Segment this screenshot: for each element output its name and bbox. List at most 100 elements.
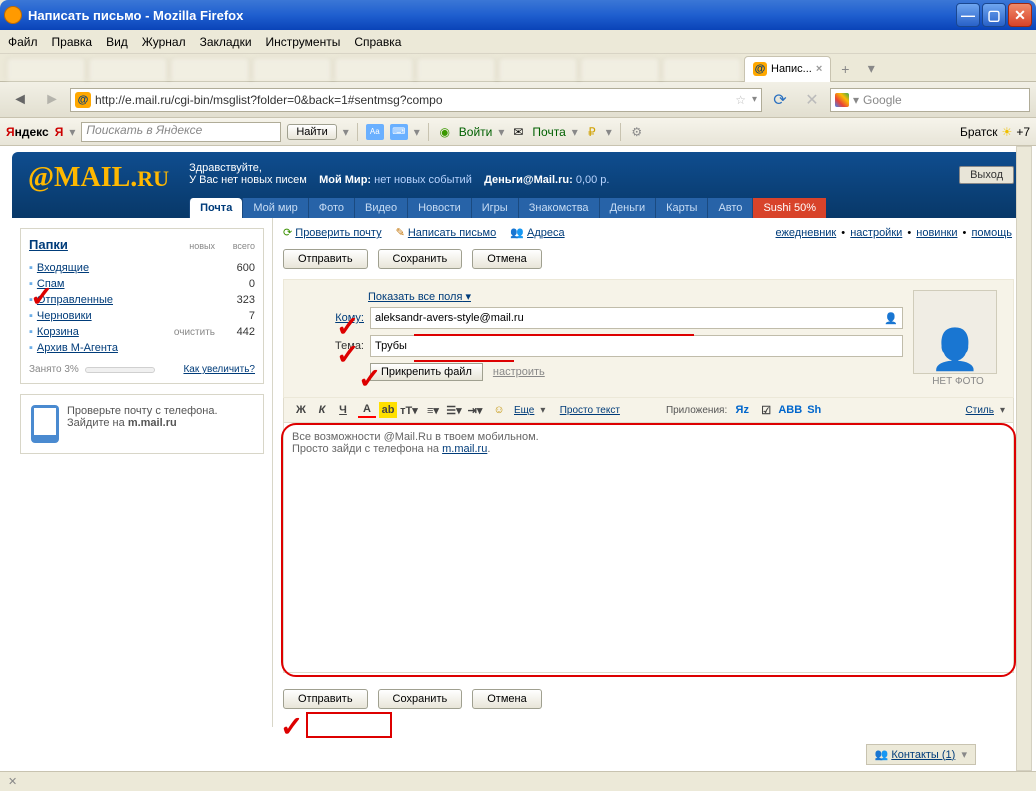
italic-button[interactable]: К [313,402,331,418]
folder-spam[interactable]: ▪Спам0 [29,276,255,292]
chevron-down-icon[interactable]: ▾ [961,748,967,761]
yandex-login-link[interactable]: Войти [459,125,493,139]
to-input[interactable]: aleksandr-avers-style@mail.ru 👤 [370,307,903,329]
folder-sent[interactable]: ▪Отправленные323 [29,292,255,308]
folder-agent-archive[interactable]: ▪Архив М-Агента [29,340,255,356]
browser-tab[interactable] [170,57,250,81]
maximize-button[interactable]: ▢ [982,3,1006,27]
mobile-link[interactable]: m.mail.ru [128,417,177,429]
save-button-bottom[interactable]: Сохранить [378,689,463,709]
tab-list-dropdown[interactable]: ▾ [859,59,883,79]
check-button[interactable]: ☑ [757,402,775,418]
menu-edit[interactable]: Правка [52,35,93,49]
status-close-icon[interactable]: ✕ [8,775,17,788]
browser-tab[interactable] [416,57,496,81]
menu-view[interactable]: Вид [106,35,128,49]
url-bar[interactable]: @ http://e.mail.ru/cgi-bin/msglist?folde… [70,88,762,112]
settings-gear-icon[interactable]: ⚙ [629,124,645,140]
underline-button[interactable]: Ч [334,402,352,418]
keyboard-icon[interactable]: ⌨ [390,124,408,140]
browser-tab[interactable] [498,57,578,81]
tab-maps[interactable]: Карты [655,198,707,218]
yandex-search-input[interactable]: Поискать в Яндексе [81,122,281,142]
font-size-button[interactable]: тТ▾ [400,402,418,418]
bookmark-star-icon[interactable]: ☆ [735,93,746,107]
browser-tab[interactable] [334,57,414,81]
spellcheck-button[interactable]: ABB [781,402,799,418]
cancel-button-top[interactable]: Отмена [472,249,541,269]
new-features-link[interactable]: новинки [916,227,957,239]
my-world-link[interactable]: нет новых событий [374,174,472,186]
money-icon[interactable]: ₽ [584,124,600,140]
mobile-link-in-body[interactable]: m.mail.ru [442,443,487,455]
menu-bookmarks[interactable]: Закладки [200,35,252,49]
dropdown-icon[interactable]: ▾ [343,125,349,139]
indent-button[interactable]: ⇥▾ [466,402,484,418]
menu-tools[interactable]: Инструменты [266,35,341,49]
style-link[interactable]: Стиль [966,405,994,416]
close-button[interactable]: ✕ [1008,3,1032,27]
align-button[interactable]: ≡▾ [424,402,442,418]
menu-history[interactable]: Журнал [142,35,186,49]
font-color-button[interactable]: A [358,402,376,418]
tab-close-icon[interactable]: × [816,63,822,75]
bg-color-button[interactable]: ab [379,402,397,418]
check-mail-link[interactable]: Проверить почту [295,227,381,239]
attach-settings-link[interactable]: настроить [493,366,545,378]
tab-auto[interactable]: Авто [707,198,752,218]
folders-title[interactable]: Папки [29,237,175,252]
subject-input[interactable]: Трубы [370,335,903,357]
translate-icon[interactable]: Аа [366,124,384,140]
save-button-top[interactable]: Сохранить [378,249,463,269]
tab-money[interactable]: Деньги [599,198,656,218]
reload-button[interactable]: ⟳ [766,86,794,114]
write-mail-link[interactable]: Написать письмо [408,227,496,239]
tab-photo[interactable]: Фото [308,198,354,218]
plain-text-link[interactable]: Просто текст [560,405,620,416]
tab-dating[interactable]: Знакомства [518,198,599,218]
address-book-icon[interactable]: 👤 [884,312,898,325]
browser-search[interactable]: ▾ Google [830,88,1030,112]
browser-tab[interactable] [252,57,332,81]
list-button[interactable]: ☰▾ [445,402,463,418]
translit-button[interactable]: Яz [733,402,751,418]
stop-button[interactable]: ✕ [798,86,826,114]
yandex-mail-link[interactable]: Почта [532,125,565,139]
minimize-button[interactable]: — [956,3,980,27]
back-button[interactable]: ◄ [6,86,34,114]
rss-icon[interactable]: ▾ [752,94,757,105]
attach-file-button[interactable]: Прикрепить файл [370,363,483,381]
message-body-editor[interactable]: Все возможности @Mail.Ru в твоем мобильн… [283,423,1014,673]
browser-tab[interactable] [580,57,660,81]
mailru-logo[interactable]: @MAIL.RU [28,162,169,218]
to-label[interactable]: Кому: [294,312,364,324]
tab-mail[interactable]: Почта [189,198,242,218]
tab-games[interactable]: Игры [471,198,518,218]
menu-help[interactable]: Справка [354,35,401,49]
more-link[interactable]: Еще [514,405,534,416]
vertical-scrollbar[interactable] [1016,146,1032,771]
virtual-keyboard-button[interactable]: Sh [805,402,823,418]
bold-button[interactable]: Ж [292,402,310,418]
show-all-fields-link[interactable]: Показать все поля ▾ [368,290,471,303]
contacts-widget[interactable]: 👥 Контакты (1) ▾ [866,744,976,765]
browser-tab-active[interactable]: @ Напис... × [744,56,831,82]
folder-drafts[interactable]: ▪Черновики7 [29,308,255,324]
quota-increase-link[interactable]: Как увеличить? [183,364,255,375]
emoji-button[interactable]: ☺ [490,402,508,418]
folder-inbox[interactable]: ▪Входящие600 [29,260,255,276]
folder-trash[interactable]: ▪Корзинаочистить442 [29,324,255,340]
tab-myworld[interactable]: Мой мир [242,198,307,218]
menu-file[interactable]: Файл [8,35,38,49]
diary-link[interactable]: ежедневник [776,227,837,239]
tab-video[interactable]: Видео [354,198,407,218]
send-button-top[interactable]: Отправить [283,249,368,269]
settings-link[interactable]: настройки [850,227,902,239]
money-link[interactable]: 0,00 р. [576,174,610,186]
cancel-button-bottom[interactable]: Отмена [472,689,541,709]
tab-promo[interactable]: Sushi 50% [752,198,826,218]
browser-tab[interactable] [88,57,168,81]
logout-button[interactable]: Выход [959,166,1014,184]
yandex-find-button[interactable]: Найти [287,124,336,140]
yandex-logo[interactable]: ЯЯндексндекс [6,125,49,139]
